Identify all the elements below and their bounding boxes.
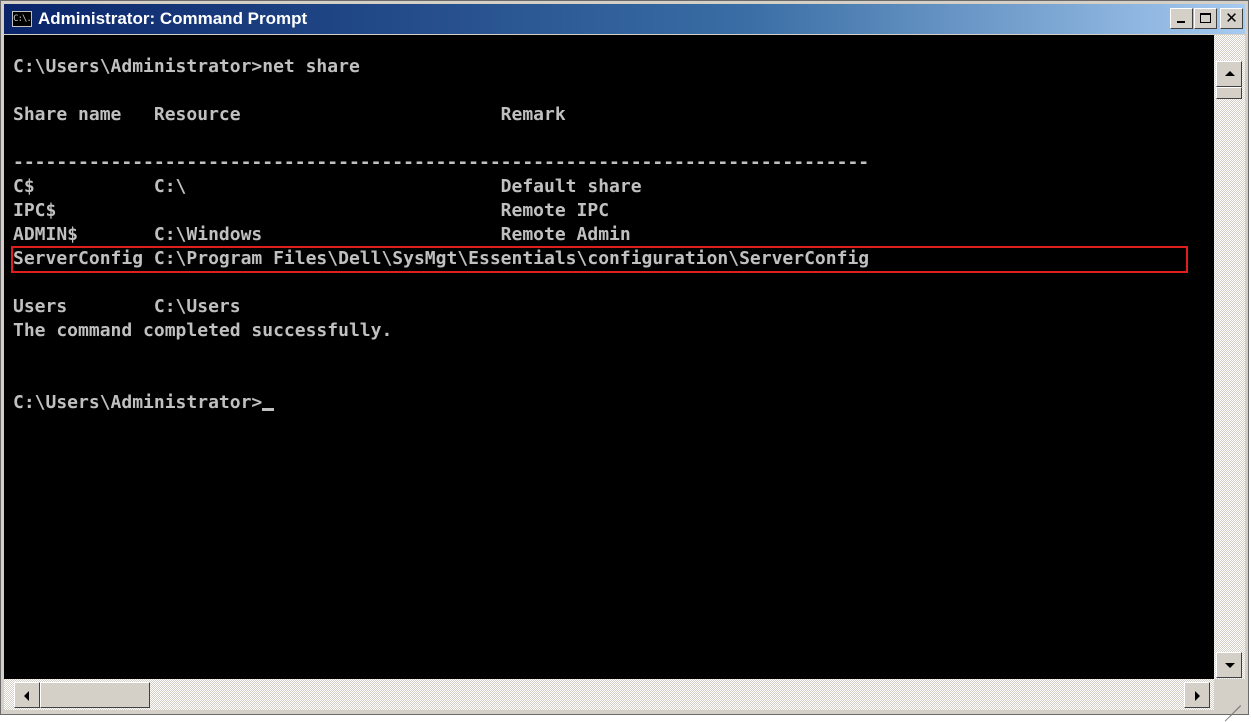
resize-grip[interactable] [1214,679,1245,722]
maximize-icon [1200,13,1211,23]
text-cursor [262,408,275,411]
close-icon: ✕ [1225,9,1238,27]
vertical-scroll-thumb[interactable] [1216,87,1242,99]
console-line: Users C:\Users [13,296,241,317]
horizontal-scrollbar[interactable] [4,679,1214,710]
console-line: The command completed successfully. [13,320,393,341]
arrow-down-icon [1225,663,1235,668]
console-line-separator: ----------------------------------------… [13,152,870,173]
console-line: ADMIN$ C:\Windows Remote Admin [13,224,631,245]
scroll-up-button[interactable] [1216,61,1242,87]
console-output[interactable]: C:\Users\Administrator>net share Share n… [4,35,1214,679]
prompt-text: C:\Users\Administrator> [13,392,263,413]
scroll-left-button[interactable] [14,682,40,708]
console-line-header: Share name Resource Remark [13,104,566,125]
command-prompt-window: C:\. Administrator: Command Prompt ✕ C:\… [0,0,1249,722]
close-button[interactable]: ✕ [1220,8,1243,29]
scroll-right-button[interactable] [1184,682,1210,708]
console-line: C$ C:\ Default share [13,176,642,197]
highlight-box [11,246,1188,273]
vertical-scrollbar[interactable] [1214,35,1245,679]
console-line: C:\Users\Administrator>net share [13,56,360,77]
maximize-button[interactable] [1194,8,1217,29]
arrow-left-icon [24,691,29,701]
command-prompt-line[interactable]: C:\Users\Administrator> [13,392,275,413]
window-title: Administrator: Command Prompt [38,9,308,28]
horizontal-scroll-thumb[interactable] [40,682,150,708]
arrow-up-icon [1225,71,1235,76]
scroll-down-button[interactable] [1216,652,1242,678]
console-line: IPC$ Remote IPC [13,200,610,221]
command-prompt-icon[interactable]: C:\. [12,11,32,27]
title-bar[interactable]: C:\. Administrator: Command Prompt ✕ [4,4,1245,34]
window-controls: ✕ [1169,8,1243,29]
minimize-icon [1177,21,1185,23]
grip-line [1224,705,1241,722]
minimize-button[interactable] [1170,8,1193,29]
arrow-right-icon [1195,691,1200,701]
